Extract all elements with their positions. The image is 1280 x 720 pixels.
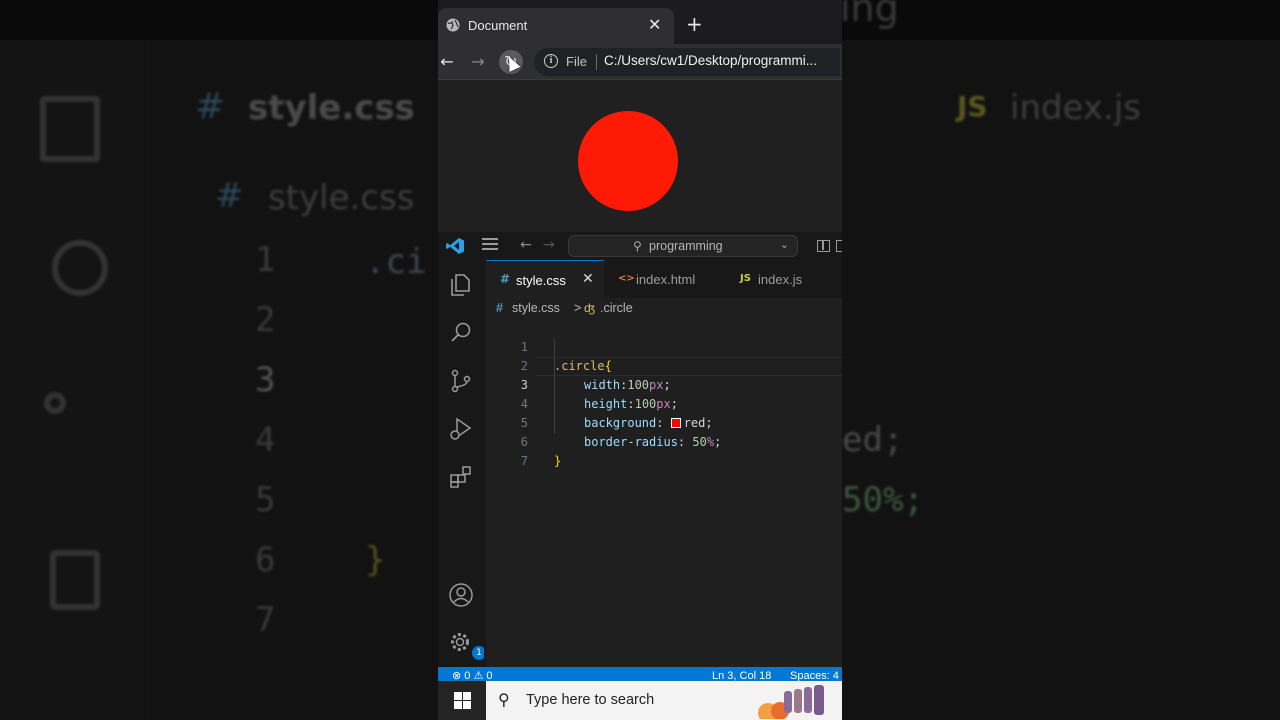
background-top-fragment: ing bbox=[840, 0, 899, 30]
info-icon[interactable]: i bbox=[544, 54, 558, 68]
css-file-icon: # bbox=[496, 301, 503, 315]
nav-forward-icon[interactable]: → bbox=[543, 237, 555, 253]
search-highlight-illustration bbox=[758, 685, 824, 719]
explorer-icon[interactable] bbox=[448, 272, 474, 298]
toggle-panel-icon[interactable] bbox=[836, 240, 842, 252]
vscode-title-bar: ← → ⚲ programming ⌄ bbox=[438, 232, 842, 260]
background-files-icon bbox=[40, 96, 100, 162]
chevron-down-icon[interactable]: ⌄ bbox=[780, 238, 789, 251]
background-tab-icon-left: # bbox=[195, 86, 226, 127]
address-bar[interactable]: i File C:/Users/cw1/Desktop/programmi... bbox=[534, 48, 840, 76]
cursor-position[interactable]: Ln 3, Col 18 bbox=[712, 669, 771, 681]
code-line: 2 width:100px; bbox=[486, 338, 842, 392]
tab-label: index.js bbox=[758, 272, 803, 287]
nav-back-icon[interactable]: ← bbox=[520, 237, 532, 253]
activity-bar: 1 bbox=[438, 260, 486, 668]
tab-label: index.html bbox=[636, 272, 696, 287]
background-line-2: 2 bbox=[255, 300, 276, 340]
background-tab-left: style.css bbox=[248, 88, 415, 128]
status-bar: ⊗ 0 ⚠ 0 Ln 3, Col 18 Spaces: 4 bbox=[438, 667, 842, 681]
background-search-icon bbox=[52, 240, 108, 296]
taskbar-search[interactable]: ⚲ Type here to search bbox=[486, 681, 842, 720]
background-code-brace: } bbox=[365, 540, 386, 580]
address-divider bbox=[596, 54, 597, 70]
windows-start-icon[interactable] bbox=[454, 692, 471, 709]
source-control-icon[interactable] bbox=[448, 368, 474, 394]
breadcrumb-file[interactable]: style.css bbox=[512, 301, 560, 315]
background-tab-icon-right: JS bbox=[957, 90, 988, 123]
tab-style-css[interactable]: # style.css ✕ bbox=[486, 260, 604, 298]
close-brace: } bbox=[554, 454, 562, 468]
toggle-sidebar-icon[interactable] bbox=[817, 240, 830, 252]
code-line: 1 .circle{ bbox=[486, 319, 842, 373]
address-url[interactable]: C:/Users/cw1/Desktop/programmi... bbox=[604, 53, 817, 68]
close-icon[interactable]: ✕ bbox=[648, 16, 661, 34]
problems-indicator[interactable]: ⊗ 0 ⚠ 0 bbox=[452, 669, 492, 681]
browser-tab-bar: Document ✕ + bbox=[438, 0, 842, 44]
new-tab-button[interactable]: + bbox=[686, 14, 703, 34]
close-icon[interactable]: ✕ bbox=[582, 271, 594, 287]
windows-taskbar: ⚲ Type here to search bbox=[438, 681, 842, 720]
command-center-text: programming bbox=[649, 239, 723, 253]
forward-button[interactable]: → bbox=[466, 50, 490, 74]
code-editor[interactable]: 1 .circle{ 2 width:100px; 3 height:100px… bbox=[486, 320, 842, 667]
background-line-4: 4 bbox=[255, 420, 276, 460]
code-line: 5 border-radius: 50%; bbox=[486, 395, 842, 449]
address-scheme: File bbox=[566, 54, 587, 69]
browser-toolbar: ← → ↻ i File C:/Users/cw1/Desktop/progra… bbox=[438, 44, 842, 80]
code-line: 6 } bbox=[486, 414, 842, 468]
editor-tab-bar: # style.css ✕ <> index.html JS index.js bbox=[486, 260, 842, 298]
settings-gear-icon[interactable]: 1 bbox=[448, 630, 486, 660]
breadcrumb-separator: > bbox=[574, 301, 582, 315]
background-run-icon bbox=[50, 550, 100, 610]
css-file-icon: # bbox=[500, 272, 511, 286]
globe-icon bbox=[446, 18, 460, 32]
code-line: 7 bbox=[486, 433, 842, 468]
background-tab-right: index.js bbox=[1010, 88, 1141, 128]
background-line-7: 7 bbox=[255, 600, 276, 640]
background-line-5: 5 bbox=[255, 480, 276, 520]
code-line: 3 height:100px; bbox=[486, 357, 842, 411]
background-breadcrumb: style.css bbox=[268, 178, 415, 218]
line-number: 7 bbox=[520, 454, 528, 468]
html-file-icon: <> bbox=[618, 273, 635, 284]
tab-index-html[interactable]: <> index.html bbox=[604, 260, 722, 298]
taskbar-search-placeholder: Type here to search bbox=[526, 692, 655, 708]
breadcrumb-symbol[interactable]: .circle bbox=[600, 301, 633, 315]
vscode-logo-icon bbox=[446, 238, 464, 254]
extensions-icon[interactable] bbox=[448, 464, 474, 490]
background-branch-icon bbox=[44, 392, 66, 414]
background-line-1: 1 bbox=[255, 240, 276, 280]
menu-icon[interactable] bbox=[482, 238, 498, 252]
run-debug-icon[interactable] bbox=[448, 416, 474, 442]
background-code-percent: 50%; bbox=[842, 480, 924, 520]
browser-tab[interactable]: Document ✕ bbox=[438, 8, 674, 44]
background-line-6: 6 bbox=[255, 540, 276, 580]
search-icon: ⚲ bbox=[633, 239, 642, 253]
js-file-icon: JS bbox=[740, 273, 751, 284]
symbol-class-icon: ʤ bbox=[584, 301, 595, 315]
background-code-red: ed; bbox=[842, 420, 904, 460]
browser-viewport bbox=[438, 80, 842, 232]
tab-label: style.css bbox=[516, 273, 566, 288]
background-line-3: 3 bbox=[255, 360, 276, 400]
background-breadcrumb-icon: # bbox=[215, 176, 244, 216]
indentation-indicator[interactable]: Spaces: 4 bbox=[790, 669, 839, 681]
browser-tab-title: Document bbox=[468, 18, 528, 33]
breadcrumb: # style.css > ʤ .circle bbox=[486, 298, 842, 320]
back-button[interactable]: ← bbox=[438, 50, 459, 74]
code-line: 4 background: red; bbox=[486, 376, 842, 430]
code-content: } bbox=[554, 452, 561, 471]
red-circle bbox=[578, 111, 678, 211]
search-icon[interactable] bbox=[448, 320, 474, 346]
command-center-search[interactable]: ⚲ programming ⌄ bbox=[568, 235, 798, 257]
search-icon: ⚲ bbox=[498, 690, 510, 709]
video-strip: Document ✕ + ← → ↻ i File C:/Users/cw1/D… bbox=[438, 0, 842, 720]
accounts-icon[interactable] bbox=[448, 582, 474, 608]
background-code-selector: .ci bbox=[365, 242, 427, 282]
tab-index-js[interactable]: JS index.js bbox=[722, 260, 842, 298]
